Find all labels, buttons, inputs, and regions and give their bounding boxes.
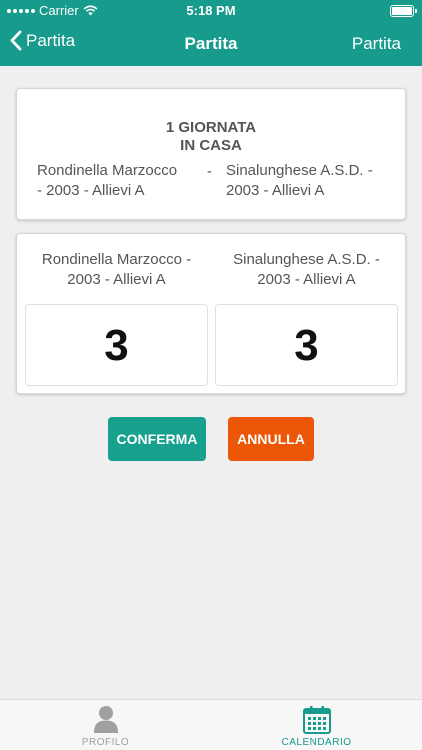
home-score-field[interactable]: 3 [25,304,208,386]
score-away-team-line-1: Sinalunghese A.S.D. - [233,251,380,268]
person-icon [93,706,118,733]
cancel-button[interactable]: ANNULLA [228,417,314,461]
tab-bar: PROFILO CALENDARIO [0,699,422,750]
info-away-team-line-2: 2003 - Allievi A [226,182,325,199]
app-root: Carrier 5:18 PM Partita Partita Partita [0,0,422,750]
giornata-heading: 1 GIORNATA IN CASA [17,119,405,155]
giornata-line-2: IN CASA [180,137,242,154]
status-bar: Carrier 5:18 PM [0,0,422,22]
tab-profilo[interactable]: PROFILO [0,700,211,750]
battery-icon [390,5,417,17]
tab-calendario[interactable]: CALENDARIO [211,700,422,750]
score-away-team-line-2: 2003 - Allievi A [257,271,356,288]
score-away-team: Sinalunghese A.S.D. - 2003 - Allievi A [215,250,398,290]
status-time: 5:18 PM [186,3,236,18]
giornata-line-1: 1 GIORNATA [165,119,257,136]
top-bar: Carrier 5:18 PM Partita Partita Partita [0,0,422,66]
info-home-team-line-2: - 2003 - Allievi A [37,182,145,199]
info-away-team-line-1: Sinalunghese A.S.D. - [226,162,373,179]
calendar-icon [302,706,331,734]
tab-calendario-label: CALENDARIO [281,737,352,748]
score-home-team: Rondinella Marzocco - 2003 - Allievi A [25,250,208,290]
navigation-bar: Partita Partita Partita [0,22,422,66]
score-card: Rondinella Marzocco - 2003 - Allievi A S… [16,233,406,394]
score-home-team-line-2: 2003 - Allievi A [67,271,166,288]
info-home-team: Rondinella Marzocco - 2003 - Allievi A [37,161,207,201]
info-home-team-line-1: Rondinella Marzocco [37,162,178,179]
nav-right-button[interactable]: Partita [352,34,401,54]
score-home-team-line-1: Rondinella Marzocco - [41,251,192,268]
away-score-field[interactable]: 3 [215,304,398,386]
confirm-button[interactable]: CONFERMA [108,417,206,461]
team-separator: - [207,163,212,180]
tab-profilo-label: PROFILO [81,737,130,748]
info-away-team: Sinalunghese A.S.D. - 2003 - Allievi A [226,161,401,201]
match-info-card: 1 GIORNATA IN CASA Rondinella Marzocco -… [16,88,406,220]
